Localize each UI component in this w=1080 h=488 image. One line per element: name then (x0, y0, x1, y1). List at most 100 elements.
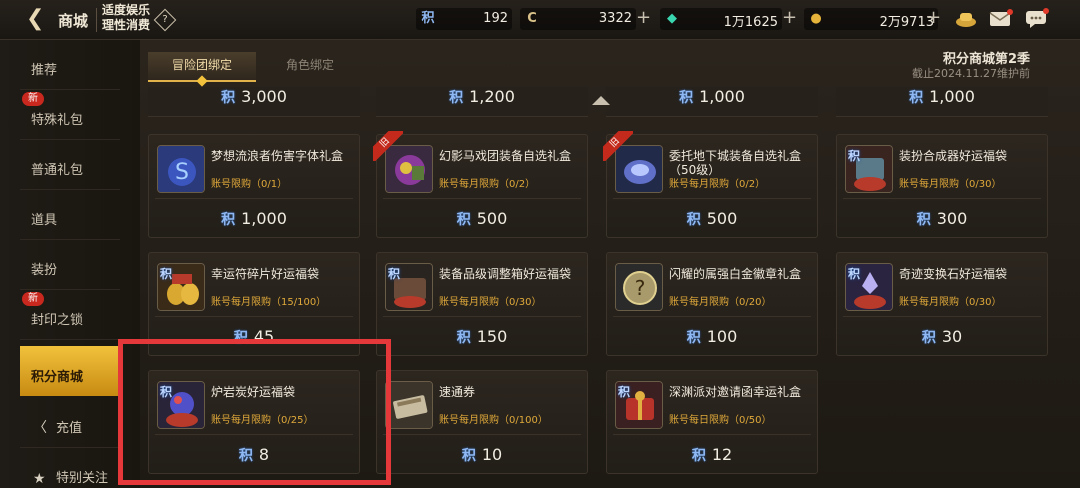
purchase-limit: 账号每日限购（0/50） (669, 415, 772, 426)
sidebar-item-label: 充值 (56, 421, 83, 436)
highlight-box (118, 339, 391, 485)
add-coin-button[interactable]: + (636, 7, 651, 29)
card-divider (155, 316, 353, 317)
points-price-icon: 积 (679, 90, 694, 106)
points-price-icon: 积 (916, 212, 931, 228)
new-badge: 新 (22, 92, 44, 106)
tab-active-indicator (196, 75, 208, 87)
product-image: 积 (615, 381, 663, 429)
product-card[interactable]: S 梦想流浪者伤害字体礼盒 账号限购（0/1） 积 1,000 (148, 134, 360, 238)
price-stub[interactable]: 积 3,000 (148, 87, 360, 117)
product-image: ? (615, 263, 663, 311)
price-value: 3,000 (241, 87, 287, 106)
tab-adventure-bound[interactable]: 冒险团绑定 (148, 52, 256, 87)
top-bar: ❮ 商城 适度娱乐 理性消费 ? 积 192 C 3322 + ◆ 1万1625… (0, 0, 1080, 40)
points-price-icon: 积 (686, 330, 701, 346)
sidebar-item-seal-lock[interactable]: 新 封印之锁 (20, 290, 120, 340)
sidebar-item-label: 封印之锁 (31, 313, 84, 328)
product-card[interactable]: 旧幻影马戏团装备自选礼盒 账号每月限购（0/2） 积 500 (373, 131, 588, 238)
sidebar-item-points-shop[interactable]: 积分商城 (20, 346, 120, 396)
points-tag: 积 (618, 385, 631, 399)
purchase-limit: 账号每月限购（0/2） (669, 179, 766, 190)
price-value: 12 (711, 445, 733, 464)
warning-line-2: 理性消费 (102, 18, 151, 32)
points-price-icon: 积 (221, 90, 236, 106)
product-price: 积 150 (377, 327, 587, 347)
warning-line-1: 适度娱乐 (102, 3, 151, 17)
old-badge-text: 旧 (373, 131, 403, 161)
card-divider (155, 198, 353, 199)
product-card[interactable]: 积 奇迹变换石好运福袋 账号每月限购（0/30） 积 30 (836, 252, 1048, 356)
currency-crystal: ◆ 1万1625 (660, 8, 782, 30)
card-divider (383, 198, 581, 199)
price-stub[interactable]: 积 1,000 (836, 87, 1048, 117)
season-deadline: 截止2024.11.27维护前 (912, 67, 1030, 80)
card-divider (383, 316, 581, 317)
sidebar-item-normal-pack[interactable]: 普通礼包 (20, 140, 120, 190)
help-icon[interactable]: ? (153, 8, 177, 32)
product-name: 梦想流浪者伤害字体礼盒 (211, 149, 344, 163)
tab-character-bound[interactable]: 角色绑定 (260, 52, 360, 82)
product-image (385, 381, 433, 429)
chat-icon[interactable] (1024, 8, 1049, 28)
sidebar-item-avatar[interactable]: 装扮 (20, 240, 120, 290)
price-stub[interactable]: 积 1,200 (376, 87, 588, 117)
health-warning: 适度娱乐 理性消费 (102, 3, 150, 33)
old-badge-text: 旧 (603, 131, 633, 161)
points-price-icon: 积 (449, 90, 464, 106)
purchase-limit: 账号每月限购（0/20） (669, 297, 772, 308)
product-price: 积 12 (607, 445, 817, 465)
product-card[interactable]: 旧委托地下城装备自选礼盒（50级） 账号每月限购（0/2） 积 500 (603, 131, 818, 238)
purchase-limit: 账号每月限购（0/100） (439, 415, 548, 426)
product-price: 积 500 (607, 209, 817, 229)
purchase-limit: 账号每月限购（15/100） (211, 297, 327, 308)
product-card[interactable]: 速通券账号每月限购（0/100） 积 10 (376, 370, 588, 474)
coin-icon: C (527, 11, 537, 26)
product-card[interactable]: 积 深渊派对邀请函幸运礼盒 账号每日限购（0/50） 积 12 (606, 370, 818, 474)
product-name: 深渊派对邀请函幸运礼盒 (669, 385, 802, 399)
price-stub[interactable]: 积 1,000 (606, 87, 818, 117)
sidebar-item-items[interactable]: 道具 (20, 190, 120, 240)
points-price-icon: 积 (456, 330, 471, 346)
price-value: 10 (481, 445, 503, 464)
sidebar-item-special-pack[interactable]: 新 特殊礼包 (20, 90, 120, 140)
product-card[interactable]: 积 装备品级调整箱好运福袋 账号每月限购（0/30） 积 150 (376, 252, 588, 356)
points-price-icon: 积 (461, 448, 476, 464)
product-name: 速通券 (439, 385, 476, 399)
price-value: 100 (706, 327, 738, 346)
back-arrow-icon[interactable]: ❮ (26, 7, 52, 33)
card-divider (383, 434, 581, 435)
product-image: S (157, 145, 205, 193)
add-gold-button[interactable]: + (926, 7, 941, 29)
sidebar-item-label: 道具 (31, 213, 58, 228)
mail-icon[interactable] (988, 8, 1013, 28)
help-symbol: ? (162, 14, 168, 25)
price-value: 1,000 (929, 87, 975, 106)
product-card[interactable]: 积 装扮合成器好运福袋 账号每月限购（0/30） 积 300 (836, 134, 1048, 238)
points-value: 192 (483, 11, 508, 26)
old-ribbon: 旧 (373, 131, 403, 161)
add-crystal-button[interactable]: + (782, 7, 797, 29)
product-price: 积 10 (377, 445, 587, 465)
treasure-icon[interactable] (954, 8, 978, 28)
page-title: 商城 (58, 12, 89, 30)
crystal-value: 1万1625 (723, 15, 778, 30)
product-price: 积 100 (607, 327, 817, 347)
purchase-limit: 账号每月限购（0/30） (439, 297, 542, 308)
sidebar-item-recommend[interactable]: 推荐 (20, 40, 120, 90)
card-divider (843, 198, 1041, 199)
points-tag: 积 (160, 267, 173, 281)
price-value: 1,000 (241, 209, 287, 228)
price-value: 500 (706, 209, 738, 228)
price-value: 500 (476, 209, 508, 228)
product-card[interactable]: ? 闪耀的属强白金徽章礼盒 账号每月限购（0/20） 积 100 (606, 252, 818, 356)
sidebar-item-label: 装扮 (31, 263, 58, 278)
svg-text:?: ? (635, 276, 646, 300)
sidebar-item-favorites[interactable]: ★ 特别关注 (20, 448, 120, 488)
sidebar-item-recharge[interactable]: 〈 充值 (20, 398, 120, 448)
star-icon: ★ (33, 471, 46, 487)
product-name: 委托地下城装备自选礼盒（50级） (669, 149, 802, 177)
chat-notification-dot (1043, 8, 1049, 14)
currency-points: 积 192 (416, 8, 512, 30)
scroll-up-arrow-icon[interactable] (592, 96, 610, 105)
